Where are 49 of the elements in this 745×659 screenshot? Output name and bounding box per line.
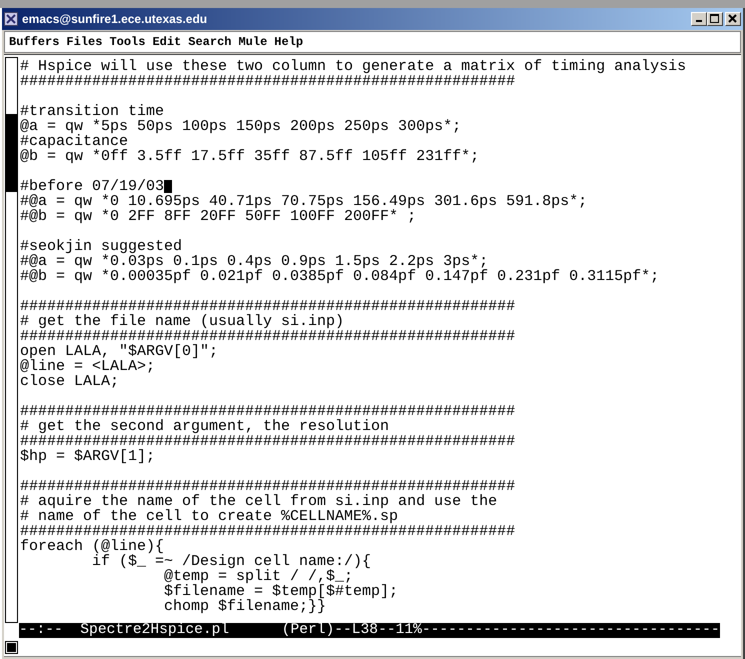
code-line: #@a = qw *0.03ps 0.1ps 0.4ps 0.9ps 1.5ps 2.2ps 3ps*; [20, 254, 488, 269]
code-line: close LALA; [20, 374, 120, 389]
menu-item[interactable]: Tools [109, 35, 146, 49]
code-line: open LALA, "$ARGV[0]"; [20, 344, 218, 359]
code-line: @line = <LALA>; [20, 359, 156, 374]
code-line: #seokjin suggested [20, 239, 182, 254]
code-line: @b = qw *0ff 3.5ff 17.5ff 35ff 87.5ff 105ff 231ff*; [20, 149, 480, 164]
code-line: ####################################################### [20, 329, 516, 344]
code-line: foreach (@line){ [20, 539, 164, 554]
code-line: # Hspice will use these two column to generate a matrix of timing analysis [20, 59, 686, 74]
code-line: #@b = qw *0.00035pf 0.021pf 0.0385pf 0.084pf 0.147pf 0.231pf 0.3115pf*; [20, 269, 660, 284]
close-icon [728, 14, 738, 24]
code-line: if ($_ =~ /Design cell name:/){ [91, 554, 372, 569]
code-line: # aquire the name of the cell from si.inp and use the [20, 494, 498, 509]
menu-item[interactable]: Buffers [9, 35, 60, 49]
minimize-icon [696, 20, 702, 22]
maximize-icon [710, 14, 720, 24]
code-line: ####################################################### [20, 434, 516, 449]
code-line: # get the file name (usually si.inp) [20, 314, 344, 329]
scrollbar-thumb[interactable] [6, 114, 17, 192]
menu-item[interactable]: Files [66, 35, 102, 49]
code-line: ####################################################### [20, 479, 516, 494]
scrollbar[interactable] [5, 57, 18, 623]
code-line: ####################################################### [20, 74, 516, 89]
menu-item[interactable]: Edit [152, 35, 182, 49]
menu-item[interactable]: Mule [238, 35, 268, 49]
menu-item[interactable]: Help [274, 35, 304, 49]
close-button[interactable] [725, 12, 741, 26]
code-line: @a = qw *5ps 50ps 100ps 150ps 200ps 250ps 300ps*; [20, 119, 462, 134]
minibuffer-scroll-box [5, 640, 18, 654]
window-title: emacs@sunfire1.ece.utexas.edu [22, 12, 208, 26]
code-line: # name of the cell to create %CELLNAME%.sp [20, 509, 398, 524]
code-line: ####################################################### [20, 299, 516, 314]
code-line: #@a = qw *0 10.695ps 40.71ps 70.75ps 156.49ps 301.6ps 591.8ps*; [20, 194, 588, 209]
code-line: $filename = $temp[$#temp]; [163, 584, 398, 599]
code-line: $hp = $ARGV[1]; [20, 449, 156, 464]
code-line: #capacitance [20, 134, 128, 149]
code-line: ####################################################### [20, 404, 516, 419]
code-line: ####################################################### [20, 524, 516, 539]
code-line: @temp = split / /,$_; [163, 569, 354, 584]
code-line: #@b = qw *0 2FF 8FF 20FF 50FF 100FF 200FF* ; [20, 209, 416, 224]
code-line: # get the second argument, the resolution [20, 419, 390, 434]
x-window-icon [4, 12, 18, 26]
maximize-button[interactable] [707, 12, 723, 26]
code-line: #before 07/19/03 [20, 179, 164, 194]
menu-item[interactable]: Search [188, 35, 232, 49]
minimize-button[interactable] [691, 12, 707, 26]
code-line: chomp $filename;}} [163, 599, 326, 614]
code-line: #transition time [20, 104, 164, 119]
